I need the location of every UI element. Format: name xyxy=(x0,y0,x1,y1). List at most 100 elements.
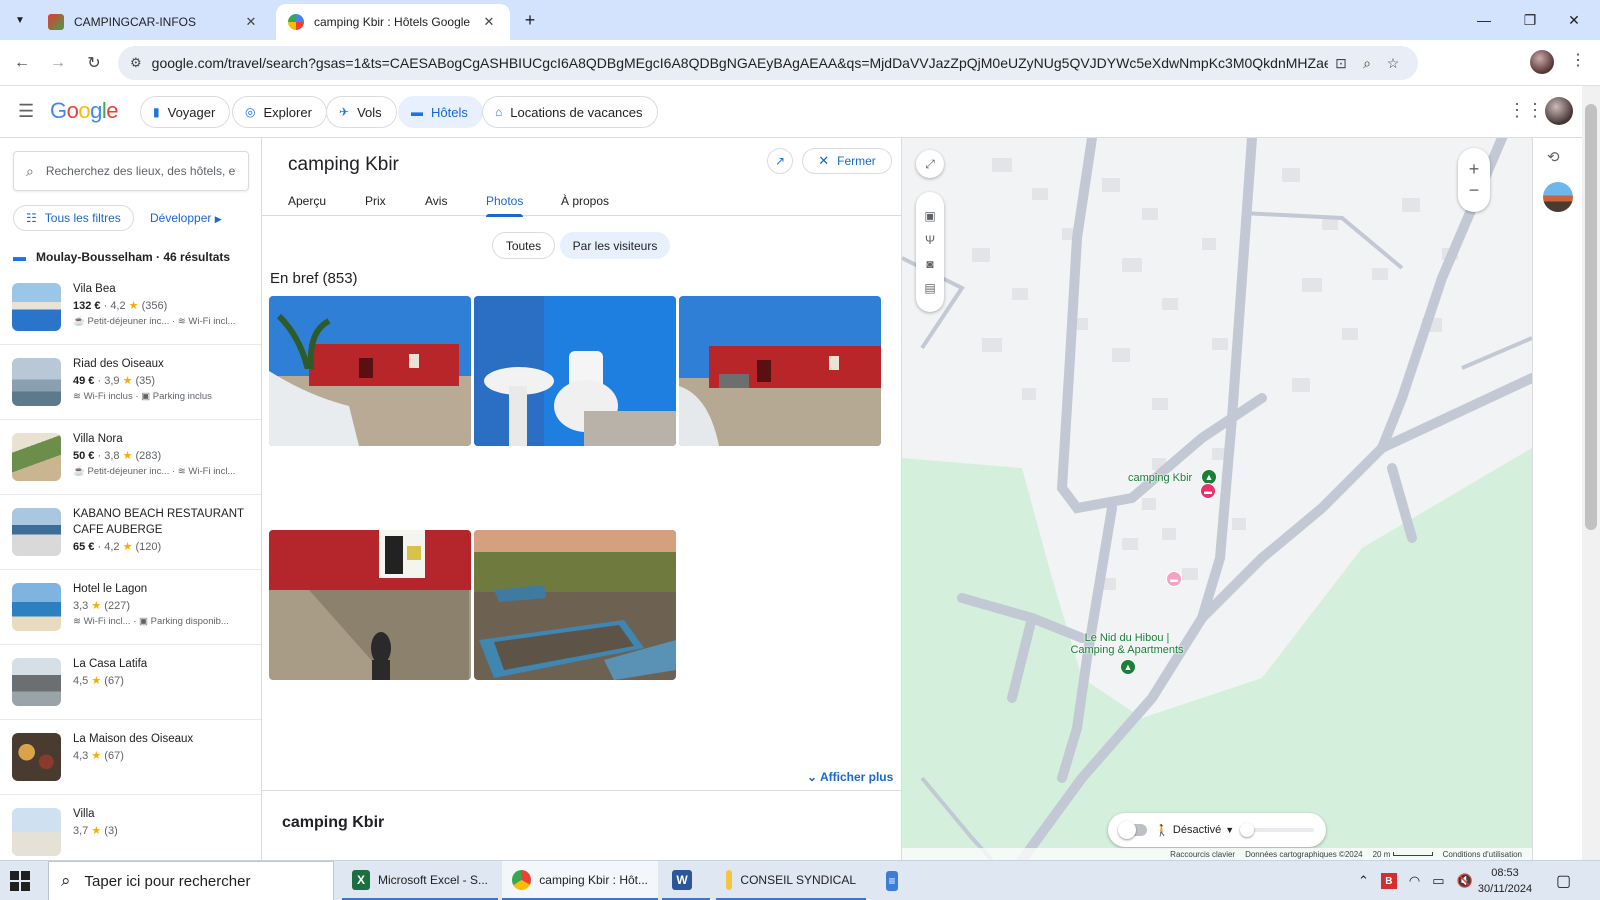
photo-thumbnail[interactable] xyxy=(474,296,676,446)
restaurant-icon[interactable]: Ψ xyxy=(925,233,935,247)
taskbar-search-placeholder: Taper ici pour rechercher xyxy=(84,872,251,890)
photo-thumbnail[interactable] xyxy=(269,296,471,446)
fullscreen-icon[interactable]: ⤢ xyxy=(916,150,944,178)
address-bar[interactable]: ⚙ google.com/travel/search?gsas=1&ts=CAE… xyxy=(118,46,1418,80)
develop-button[interactable]: Développer ▶ xyxy=(150,211,222,225)
tab-title: CAMPINGCAR-INFOS xyxy=(74,15,197,29)
hotel-list-item[interactable]: Vila Bea 132 € · 4,2 ★ (356) ☕ Petit-déj… xyxy=(0,270,261,345)
hotel-list-item[interactable]: Villa 3,7 ★ (3) xyxy=(0,795,261,860)
taskbar-search-input[interactable]: ⌕ Taper ici pour rechercher xyxy=(48,861,334,900)
reload-icon[interactable]: ↻ xyxy=(80,49,108,77)
scrollbar-thumb[interactable] xyxy=(1585,104,1597,530)
filter-visiteurs-button[interactable]: Par les visiteurs xyxy=(560,232,670,259)
filter-toutes-button[interactable]: Toutes xyxy=(492,232,555,259)
forward-arrow-icon[interactable]: → xyxy=(44,49,72,77)
zoom-out-icon[interactable]: − xyxy=(1469,180,1480,201)
nav-chip-voyager[interactable]: ▮ Voyager xyxy=(140,96,231,128)
close-detail-button[interactable]: ✕ Fermer xyxy=(802,148,892,174)
shopping-icon[interactable]: ▤ xyxy=(924,281,935,295)
notifications-icon[interactable]: ▢ xyxy=(1556,871,1571,891)
back-arrow-icon[interactable]: ← xyxy=(8,49,36,77)
close-window-icon[interactable]: ✕ xyxy=(1552,6,1596,34)
network-icon[interactable]: ◠ xyxy=(1409,873,1420,889)
browser-menu-icon[interactable]: ⋮ xyxy=(1568,50,1588,74)
show-more-button[interactable]: ⌄ Afficher plus xyxy=(807,770,893,784)
tab-photos[interactable]: Photos xyxy=(486,194,524,217)
street-view-toggle[interactable]: 🚶 Désactivé ▼ xyxy=(1108,813,1326,847)
house-icon: ⌂ xyxy=(495,105,503,119)
open-in-new-icon[interactable]: ↗ xyxy=(767,148,793,174)
chevron-down-icon[interactable]: ▼ xyxy=(1225,825,1234,835)
tray-app-icon[interactable]: B xyxy=(1380,873,1397,889)
transit-icon[interactable]: ▣ xyxy=(924,209,935,223)
taskbar-app-chrome[interactable]: camping Kbir : Hôt... xyxy=(502,861,658,900)
hotel-pin-icon[interactable]: ▬ xyxy=(1166,571,1182,587)
camera-icon[interactable]: ◙ xyxy=(926,257,933,271)
hotel-thumbnail xyxy=(12,583,61,631)
taskbar-app-word[interactable]: W xyxy=(662,861,710,900)
zoom-icon[interactable]: ⌕ xyxy=(1354,55,1380,72)
search-input[interactable]: ⌕ Recherchez des lieux, des hôtels, et..… xyxy=(13,151,249,191)
hotel-list-item[interactable]: La Casa Latifa 4,5 ★ (67) xyxy=(0,645,261,720)
new-tab-icon[interactable]: + xyxy=(518,8,542,32)
main-menu-icon[interactable]: ☰ xyxy=(18,101,34,122)
hotel-thumbnail xyxy=(12,808,61,856)
close-tab-icon[interactable]: ✕ xyxy=(242,14,260,30)
hotel-thumbnail xyxy=(12,283,61,331)
tab-apercu[interactable]: Aperçu xyxy=(288,194,326,208)
taskbar-app-excel[interactable]: X Microsoft Excel - S... xyxy=(342,861,498,900)
site-settings-icon[interactable]: ⚙ xyxy=(130,55,142,71)
hotel-list-item[interactable]: La Maison des Oiseaux 4,3 ★ (67) xyxy=(0,720,261,795)
map-view[interactable]: ⤢ ▣ Ψ ◙ ▤ + − camping Kbir ▲ ▬ ▬ Le Nid … xyxy=(902,138,1532,860)
taskbar-clock[interactable]: 08:53 30/11/2024 xyxy=(1470,865,1540,897)
nav-chip-hotels[interactable]: ▬ Hôtels xyxy=(398,96,483,128)
hotel-list-item[interactable]: Villa Nora 50 € · 3,8 ★ (283) ☕ Petit-dé… xyxy=(0,420,261,495)
nav-chip-vols[interactable]: ✈ Vols xyxy=(326,96,397,128)
install-app-icon[interactable]: ⊡ xyxy=(1328,55,1354,72)
tab-search-dropdown-icon[interactable]: ▼ xyxy=(8,8,32,32)
hotel-list-item[interactable]: Hotel le Lagon 3,3 ★ (227) ≋ Wi-Fi incl.… xyxy=(0,570,261,645)
hotel-pin-icon[interactable]: ▬ xyxy=(1200,483,1216,499)
terms-link[interactable]: Conditions d'utilisation xyxy=(1443,850,1522,859)
hotel-list-item[interactable]: Riad des Oiseaux 49 € · 3,9 ★ (35) ≋ Wi-… xyxy=(0,345,261,420)
bookmark-star-icon[interactable]: ☆ xyxy=(1380,55,1406,72)
hotel-name: Riad des Oiseaux xyxy=(73,358,164,370)
all-filters-button[interactable]: ☷ Tous les filtres xyxy=(13,205,134,231)
browser-profile-avatar[interactable] xyxy=(1530,50,1554,74)
history-icon[interactable]: ⟲ xyxy=(1547,148,1560,166)
toggle-switch[interactable] xyxy=(1117,821,1148,839)
taskbar-app-folder[interactable]: CONSEIL SYNDICAL xyxy=(716,861,866,900)
campground-pin-icon[interactable]: ▲ xyxy=(1120,659,1136,675)
browser-tab-campingcar[interactable]: CAMPINGCAR-INFOS ✕ xyxy=(36,4,272,40)
results-header: ▬ Moulay-Bousselham · 46 résultats xyxy=(13,249,230,264)
nav-chip-explorer[interactable]: ◎ Explorer xyxy=(232,96,327,128)
tray-chevron-up-icon[interactable]: ⌃ xyxy=(1358,873,1369,889)
nav-chip-label: Voyager xyxy=(167,104,216,120)
close-tab-icon[interactable]: ✕ xyxy=(480,14,498,30)
opacity-slider[interactable] xyxy=(1240,823,1314,837)
tab-a-propos[interactable]: À propos xyxy=(561,194,609,208)
restore-window-icon[interactable]: ❐ xyxy=(1508,6,1552,34)
hotel-rating: 3,9 xyxy=(104,375,120,387)
nav-chip-locations[interactable]: ⌂ Locations de vacances xyxy=(482,96,658,128)
map-label-nid-du-hibou: Le Nid du Hibou | Camping & Apartments xyxy=(1052,632,1202,656)
photo-thumbnail[interactable] xyxy=(269,530,471,680)
browser-tab-camping-kbir[interactable]: camping Kbir : Hôtels Google ✕ xyxy=(276,4,510,40)
photo-thumbnail[interactable] xyxy=(474,530,676,680)
tab-prix[interactable]: Prix xyxy=(365,194,386,208)
minimize-window-icon[interactable]: — xyxy=(1462,6,1506,34)
keyboard-shortcuts-link[interactable]: Raccourcis clavier xyxy=(1170,850,1235,859)
recent-place-avatar[interactable] xyxy=(1543,182,1573,212)
windows-start-icon[interactable] xyxy=(10,871,30,891)
map-label-camping-kbir: camping Kbir xyxy=(1128,472,1193,484)
battery-icon[interactable]: ▭ xyxy=(1432,873,1444,889)
zoom-controls: + − xyxy=(1458,148,1490,212)
taskbar-app-pinned[interactable]: ≡ xyxy=(876,861,916,900)
hotel-list-item[interactable]: KABANO BEACH RESTAURANT CAFE AUBERGE 65 … xyxy=(0,495,261,570)
tab-avis[interactable]: Avis xyxy=(425,194,447,208)
zoom-in-icon[interactable]: + xyxy=(1469,159,1480,180)
account-avatar[interactable] xyxy=(1545,97,1573,125)
photo-bathroom xyxy=(474,296,676,446)
photo-thumbnail[interactable] xyxy=(679,296,881,446)
google-logo[interactable]: Google xyxy=(50,98,119,124)
